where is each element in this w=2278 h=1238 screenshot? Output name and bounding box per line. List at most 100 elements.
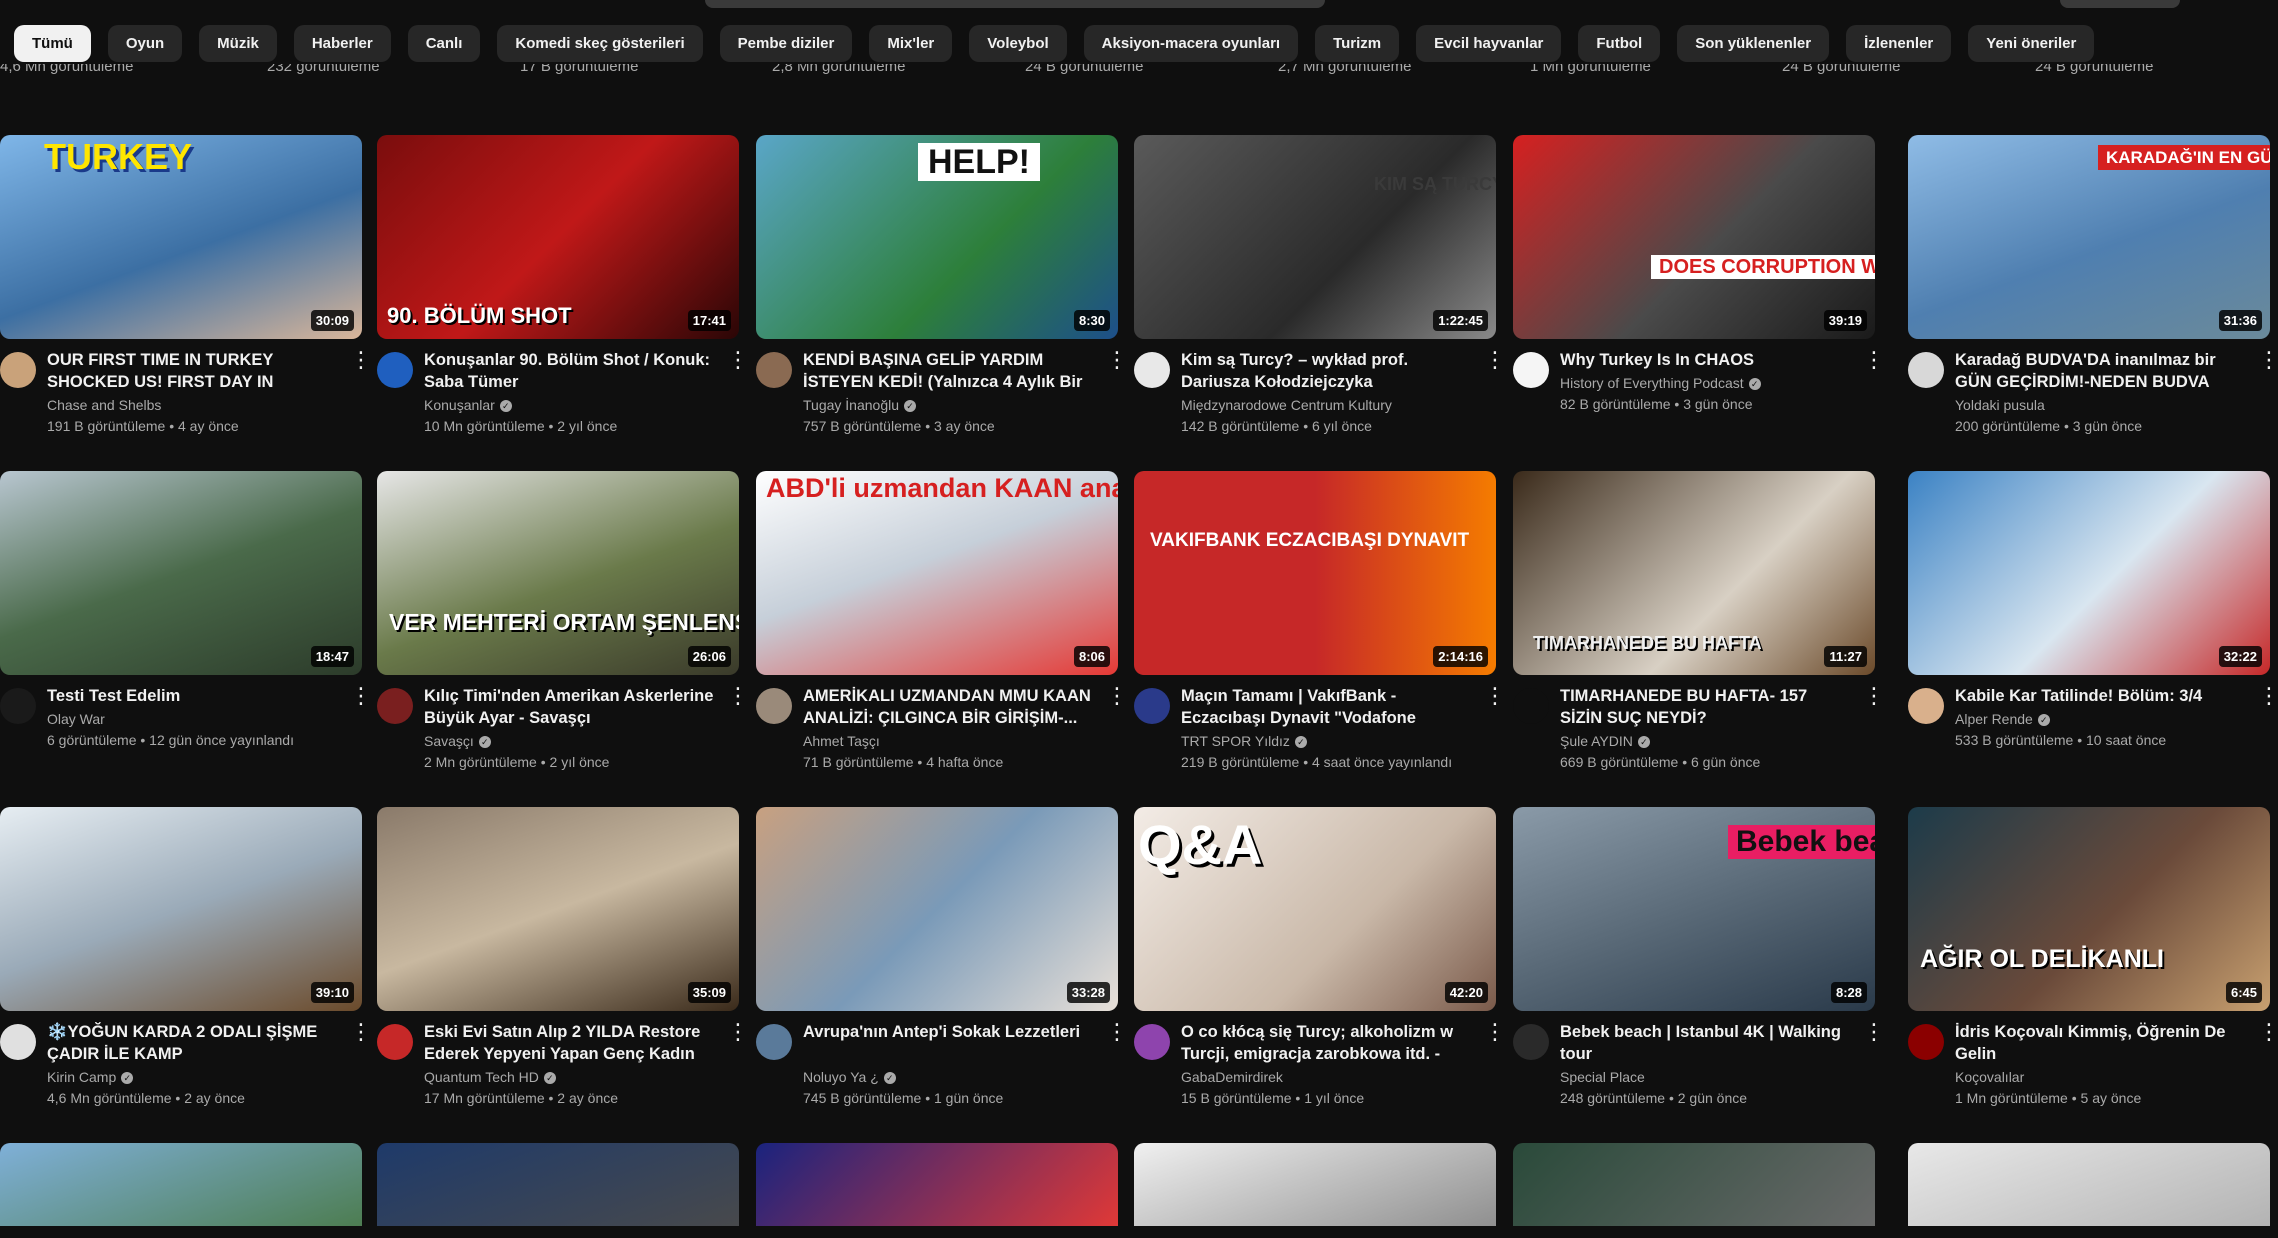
more-options-icon[interactable]: ⋮ [2258, 349, 2278, 373]
channel-name[interactable]: Konuşanlar ✓ [424, 397, 512, 413]
video-title[interactable]: Avrupa'nın Antep'i Sokak Lezzetleri [803, 1021, 1093, 1043]
video-title[interactable]: Konuşanlar 90. Bölüm Shot / Konuk: Saba … [424, 349, 714, 393]
video-thumbnail[interactable]: Q&A 42:20 [1134, 807, 1496, 1011]
channel-avatar[interactable] [756, 1024, 792, 1060]
video-title[interactable]: O co kłócą się Turcy; alkoholizm w Turcj… [1181, 1021, 1471, 1065]
channel-name[interactable]: Quantum Tech HD ✓ [424, 1069, 556, 1085]
video-card[interactable]: 18:47 Testi Test Edelim Olay War 6 görüntül… [0, 471, 372, 751]
chip-6[interactable]: Pembe diziler [719, 25, 853, 62]
more-options-icon[interactable]: ⋮ [727, 349, 749, 373]
more-options-icon[interactable]: ⋮ [2258, 1021, 2278, 1045]
channel-avatar[interactable] [1513, 688, 1549, 724]
video-title[interactable]: Kim są Turcy? – wykład prof. Dariusza Ko… [1181, 349, 1471, 393]
video-title[interactable]: Bebek beach | Istanbul 4K | Walking tour [1560, 1021, 1850, 1065]
video-thumbnail[interactable]: AĞIR OL DELİKANLI 6:45 [1908, 807, 2270, 1011]
channel-name[interactable]: Tugay İnanoğlu ✓ [803, 397, 916, 413]
chip-3[interactable]: Haberler [293, 25, 391, 62]
video-title[interactable]: KENDİ BAŞINA GELİP YARDIM İSTEYEN KEDİ! … [803, 349, 1093, 393]
video-card[interactable]: VAKIFBANK ECZACIBAŞI DYNAVIT 2:14:16 Maçın… [1134, 471, 1506, 770]
more-options-icon[interactable]: ⋮ [1484, 685, 1506, 709]
channel-name[interactable]: Międzynarodowe Centrum Kultury [1181, 397, 1392, 413]
video-title[interactable]: Karadağ BUDVA'DA inanılmaz bir GÜN GEÇİR… [1955, 349, 2245, 393]
more-options-icon[interactable]: ⋮ [1106, 685, 1128, 709]
channel-avatar[interactable] [377, 1024, 413, 1060]
video-title[interactable]: ❄️YOĞUN KARDA 2 ODALI ŞİŞME ÇADIR İLE KA… [47, 1021, 337, 1065]
video-card[interactable]: KARADAĞ'IN EN GÜZEL ŞEHRİ> BUDVA 31:36Kar… [1908, 135, 2278, 434]
channel-avatar[interactable] [1134, 1024, 1170, 1060]
video-card[interactable]: ABD'li uzmandan KAAN analizi 8:06 AMERİKAL… [756, 471, 1128, 770]
video-card[interactable]: 35:09 Eski Evi Satın Alıp 2 YILDA Restore… [377, 807, 749, 1106]
video-card[interactable]: 90. BÖLÜM SHOT 17:41 Konuşanlar 90. Bölüm … [377, 135, 749, 434]
chip-7[interactable]: Mix'ler [869, 25, 953, 62]
chip-10[interactable]: Turizm [1315, 25, 1400, 62]
chip-12[interactable]: Futbol [1578, 25, 1661, 62]
channel-avatar[interactable] [756, 352, 792, 388]
video-card[interactable]: VER MEHTERİ ORTAM ŞENLENSİN 26:06 Kılıç Ti… [377, 471, 749, 770]
channel-avatar[interactable] [0, 688, 36, 724]
video-card[interactable]: Bebek beach 8:28 Bebek beach | Istanbul 4K… [1513, 807, 1885, 1106]
video-card[interactable]: AĞIR OL DELİKANLI 6:45 İdris Koçovalı Kimm… [1908, 807, 2278, 1106]
chip-2[interactable]: Müzik [199, 25, 277, 62]
video-thumbnail[interactable] [1513, 1143, 1875, 1238]
video-thumbnail[interactable]: DOES CORRUPTION WIN? 39:19 [1513, 135, 1875, 339]
video-title[interactable]: Testi Test Edelim [47, 685, 337, 707]
video-card[interactable]: HELP! 8:30 KENDİ BAŞINA GELİP YARDIM İSTEY… [756, 135, 1128, 434]
video-thumbnail[interactable]: TURKEY 30:09 [0, 135, 362, 339]
channel-name[interactable]: Noluyo Ya ¿ ✓ [803, 1069, 896, 1085]
channel-name[interactable]: Olay War [47, 711, 105, 727]
video-thumbnail[interactable]: Bebek beach 8:28 [1513, 807, 1875, 1011]
channel-avatar[interactable] [1908, 352, 1944, 388]
video-thumbnail[interactable]: 90. BÖLÜM SHOT 17:41 [377, 135, 739, 339]
video-card[interactable]: 39:10 ❄️YOĞUN KARDA 2 ODALI ŞİŞME ÇADIR İ… [0, 807, 372, 1106]
chip-5[interactable]: Komedi skeç gösterileri [497, 25, 703, 62]
video-thumbnail[interactable] [377, 1143, 739, 1238]
channel-avatar[interactable] [1134, 352, 1170, 388]
channel-avatar[interactable] [1908, 688, 1944, 724]
channel-name[interactable]: Şule AYDIN ✓ [1560, 733, 1650, 749]
channel-avatar[interactable] [756, 688, 792, 724]
more-options-icon[interactable]: ⋮ [1863, 1021, 1885, 1045]
more-options-icon[interactable]: ⋮ [350, 685, 372, 709]
video-title[interactable]: AMERİKALI UZMANDAN MMU KAAN ANALİZİ: ÇIL… [803, 685, 1093, 729]
video-thumbnail[interactable]: 33:28 [756, 807, 1118, 1011]
more-options-icon[interactable]: ⋮ [1484, 1021, 1506, 1045]
more-options-icon[interactable]: ⋮ [1863, 349, 1885, 373]
chip-8[interactable]: Voleybol [969, 25, 1067, 62]
chip-13[interactable]: Son yüklenenler [1677, 25, 1830, 62]
channel-name[interactable]: Kirin Camp ✓ [47, 1069, 134, 1085]
video-card[interactable]: TURKEY 30:09 OUR FIRST TIME IN TURKEY SHOC… [0, 135, 372, 434]
channel-avatar[interactable] [1908, 1024, 1944, 1060]
channel-avatar[interactable] [0, 352, 36, 388]
chip-15[interactable]: Yeni öneriler [1968, 25, 2095, 62]
chip-4[interactable]: Canlı [407, 25, 481, 62]
video-thumbnail[interactable]: 35:09 [377, 807, 739, 1011]
video-card[interactable]: 32:22 Kabile Kar Tatilinde! Bölüm: 3/4 Alp… [1908, 471, 2278, 751]
video-title[interactable]: Eski Evi Satın Alıp 2 YILDA Restore Eder… [424, 1021, 714, 1065]
video-title[interactable]: Maçın Tamamı | VakıfBank - Eczacıbaşı Dy… [1181, 685, 1471, 729]
more-options-icon[interactable]: ⋮ [1106, 349, 1128, 373]
video-card[interactable]: KIM SĄ TURCY? 1:22:45 Kim są Turcy? – wykł… [1134, 135, 1506, 434]
channel-name[interactable]: Savaşçı ✓ [424, 733, 491, 749]
more-options-icon[interactable]: ⋮ [1484, 349, 1506, 373]
channel-name[interactable]: Yoldaki pusula [1955, 397, 2045, 413]
video-thumbnail[interactable]: 39:10 [0, 807, 362, 1011]
video-title[interactable]: Why Turkey Is In CHAOS [1560, 349, 1850, 371]
channel-name[interactable]: Alper Rende ✓ [1955, 711, 2050, 727]
video-card[interactable]: 33:28 Avrupa'nın Antep'i Sokak Lezzetleri… [756, 807, 1128, 1106]
more-options-icon[interactable]: ⋮ [1106, 1021, 1128, 1045]
channel-avatar[interactable] [1134, 688, 1170, 724]
video-thumbnail[interactable] [756, 1143, 1118, 1238]
video-card[interactable]: Q&A 42:20 O co kłócą się Turcy; alkoholizm… [1134, 807, 1506, 1106]
channel-name[interactable]: Chase and Shelbs [47, 397, 161, 413]
video-thumbnail[interactable]: KIM SĄ TURCY? 1:22:45 [1134, 135, 1496, 339]
chip-9[interactable]: Aksiyon-macera oyunları [1083, 25, 1299, 62]
channel-name[interactable]: Special Place [1560, 1069, 1645, 1085]
video-thumbnail[interactable]: 18:47 [0, 471, 362, 675]
more-options-icon[interactable]: ⋮ [727, 1021, 749, 1045]
video-thumbnail[interactable]: HELP! 8:30 [756, 135, 1118, 339]
chip-14[interactable]: İzlenenler [1846, 25, 1952, 62]
more-options-icon[interactable]: ⋮ [350, 349, 372, 373]
video-title[interactable]: OUR FIRST TIME IN TURKEY SHOCKED US! FIR… [47, 349, 337, 393]
channel-avatar[interactable] [1513, 352, 1549, 388]
video-thumbnail[interactable] [0, 1143, 362, 1238]
